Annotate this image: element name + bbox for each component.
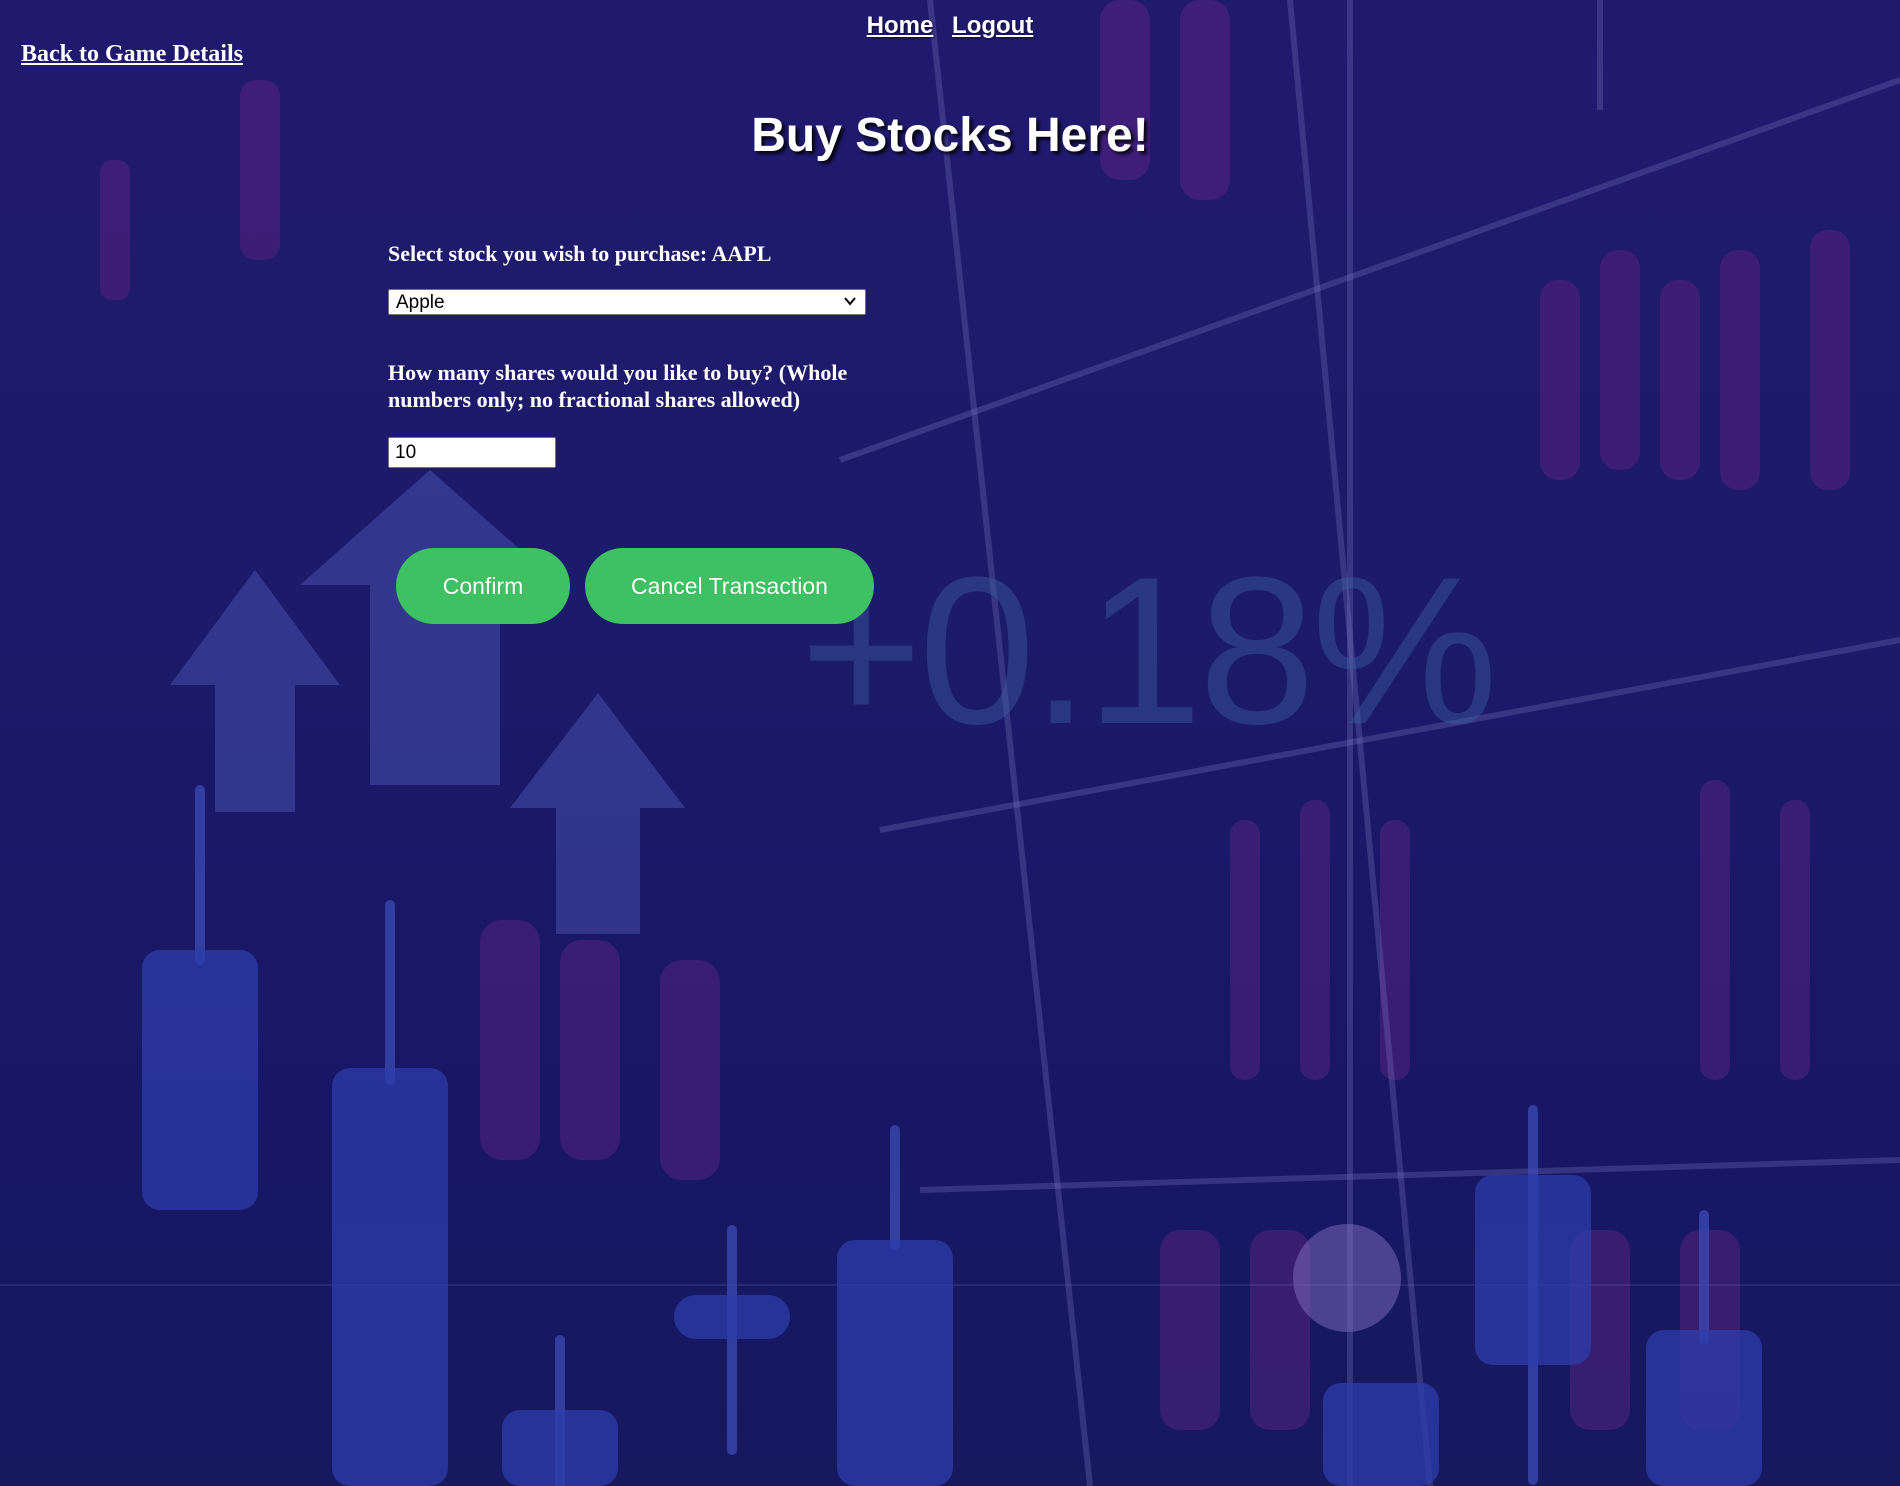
home-link[interactable]: Home xyxy=(867,12,934,39)
stock-select[interactable]: Apple xyxy=(388,289,866,315)
quantity-input[interactable] xyxy=(388,437,556,468)
chevron-down-icon xyxy=(844,297,856,306)
page-title: Buy Stocks Here! xyxy=(751,109,1149,162)
back-to-game-details-link[interactable]: Back to Game Details xyxy=(21,41,243,68)
stock-select-value: Apple xyxy=(396,292,445,313)
logout-link[interactable]: Logout xyxy=(952,12,1033,39)
buy-stock-form: Select stock you wish to purchase: AAPL … xyxy=(388,240,868,468)
top-navigation: Home Logout xyxy=(0,12,1900,40)
confirm-button[interactable]: Confirm xyxy=(396,548,570,624)
quantity-label: How many shares would you like to buy? (… xyxy=(388,360,848,412)
stock-select-label: Select stock you wish to purchase: AAPL xyxy=(388,241,772,266)
cancel-transaction-button[interactable]: Cancel Transaction xyxy=(585,548,874,624)
page: Home Logout Back to Game Details Buy Sto… xyxy=(0,0,1900,1486)
